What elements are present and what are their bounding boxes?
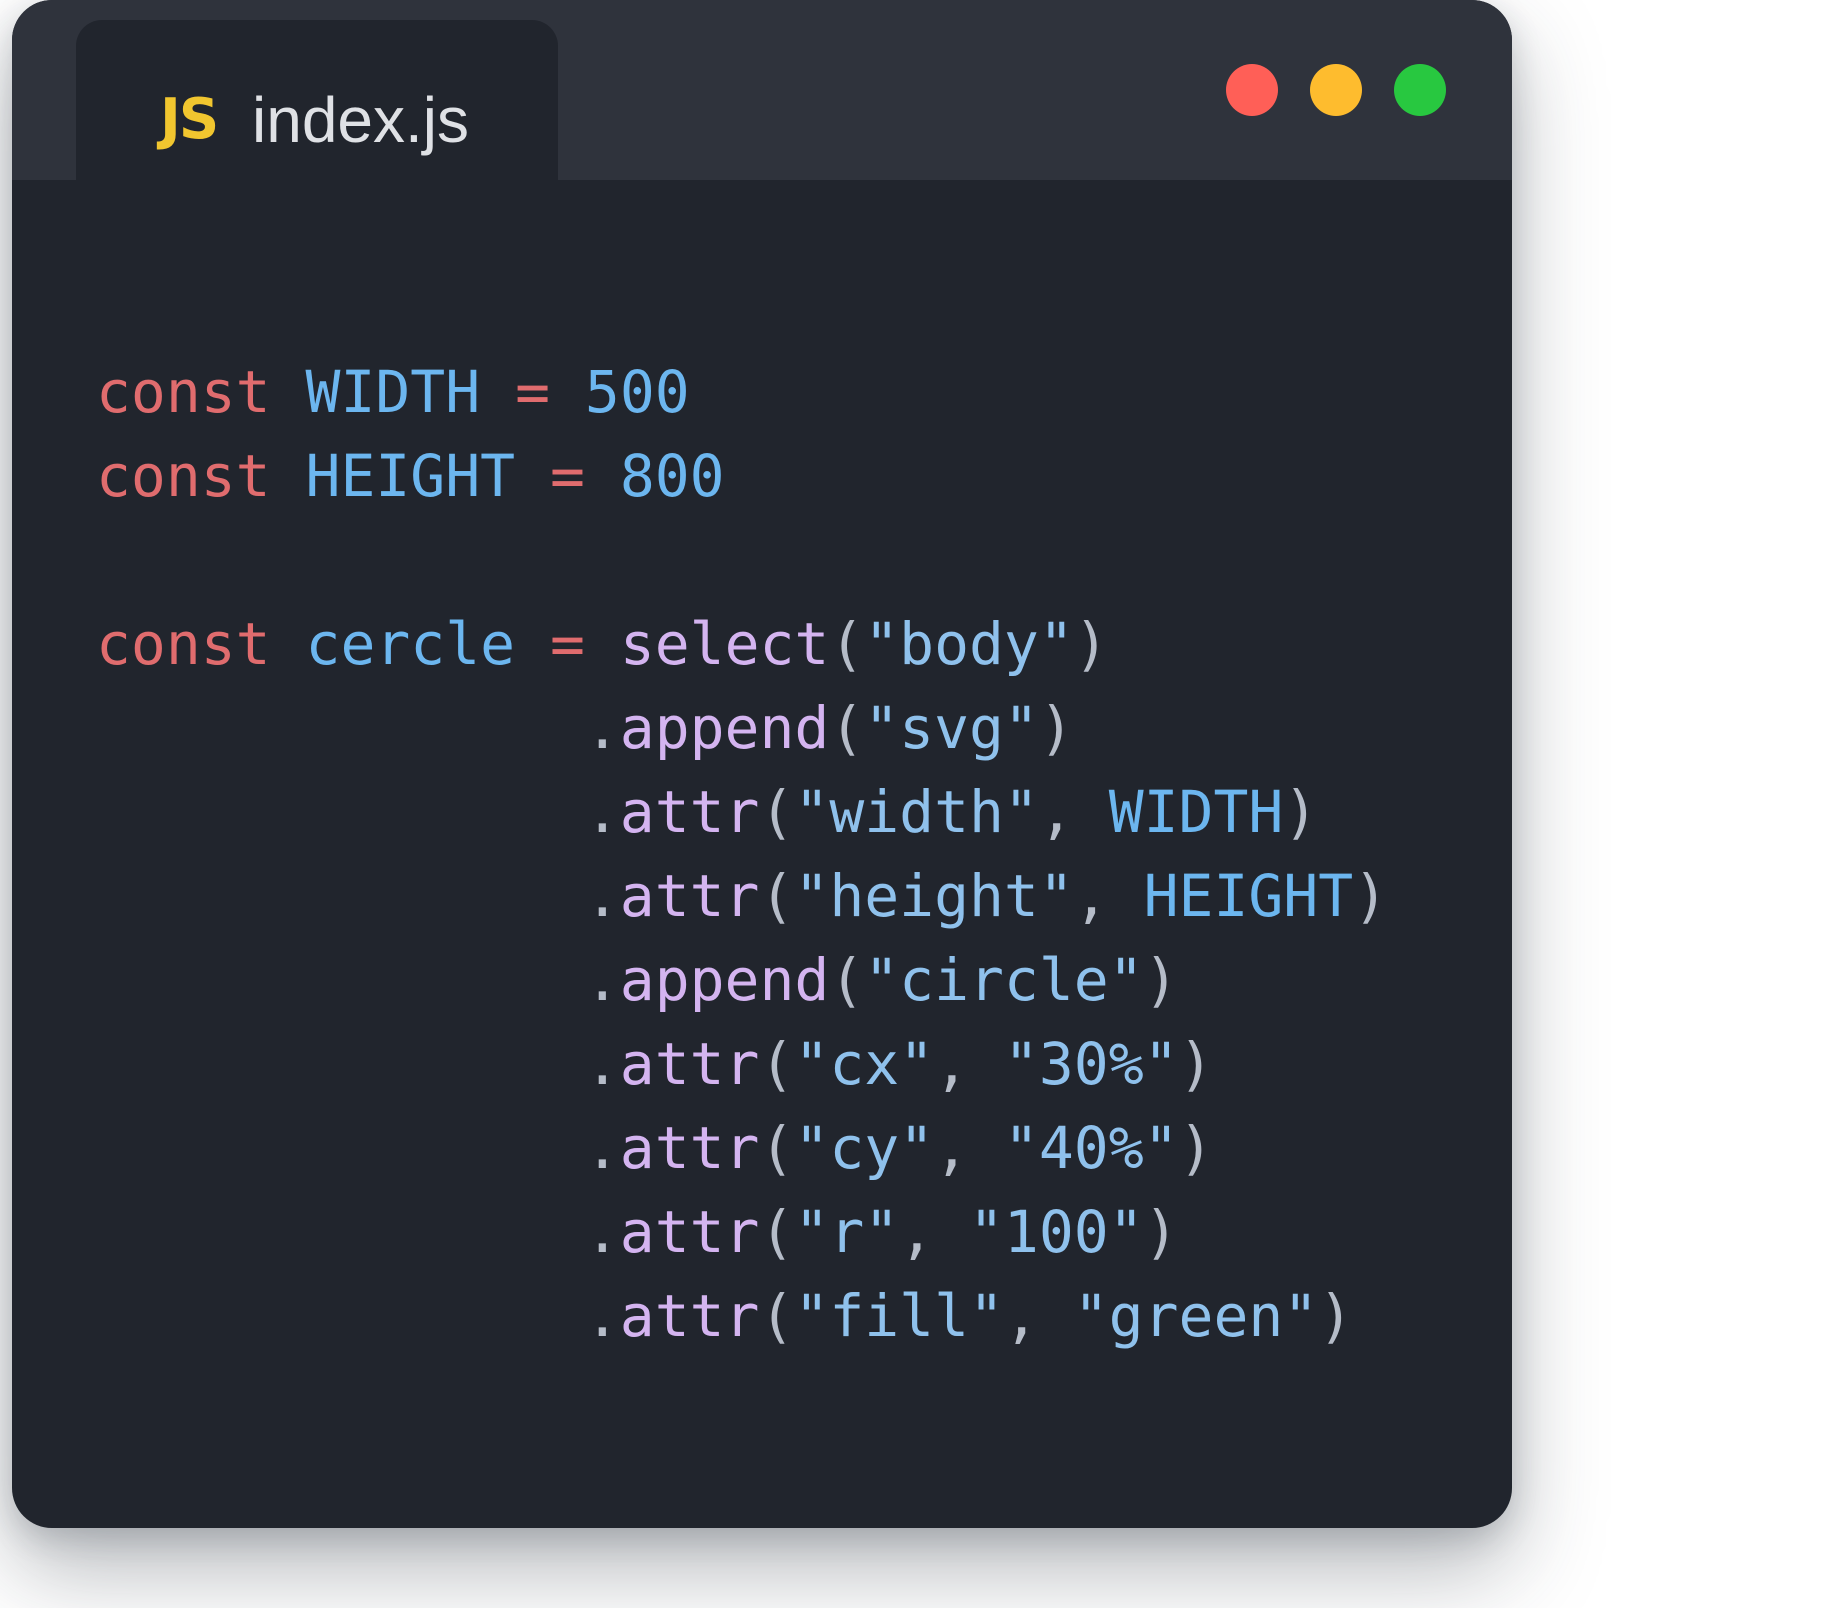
code-token: ( — [759, 1030, 795, 1098]
code-token: . — [96, 1198, 620, 1266]
code-token: attr — [619, 1114, 760, 1182]
js-icon: JS — [160, 87, 219, 152]
code-line: .attr("cy", "40%") — [96, 1106, 1388, 1190]
code-line: .attr("cx", "30%") — [96, 1022, 1388, 1106]
code-line: const cercle = select("body") — [96, 602, 1388, 686]
code-token: 800 — [619, 442, 725, 510]
tab-label: index.js — [252, 84, 469, 156]
code-line: .attr("width", WIDTH) — [96, 770, 1388, 854]
code-token: . — [96, 862, 620, 930]
code-token: = — [549, 610, 585, 678]
code-token: = — [549, 442, 585, 510]
code-token: "100" — [969, 1198, 1144, 1266]
code-token: WIDTH — [305, 358, 481, 426]
code-token: . — [96, 1030, 620, 1098]
code-token: HEIGHT — [1143, 862, 1354, 930]
code-token: , — [1003, 1282, 1074, 1350]
code-line: .append("svg") — [96, 686, 1388, 770]
code-line: const HEIGHT = 800 — [96, 434, 1388, 518]
code-token: "body" — [864, 610, 1074, 678]
code-token: ) — [1318, 1282, 1354, 1350]
code-token: 500 — [584, 358, 690, 426]
code-token: ( — [759, 778, 795, 846]
code-token: . — [96, 694, 620, 762]
code-editor[interactable]: const WIDTH = 500 const HEIGHT = 800 cons… — [96, 350, 1388, 1358]
code-token: "r" — [794, 1198, 900, 1266]
code-token: ) — [1353, 862, 1389, 930]
code-token: . — [96, 1114, 620, 1182]
code-token: append — [619, 694, 830, 762]
code-token: append — [619, 946, 830, 1014]
tab-index-js[interactable]: JS index.js — [76, 20, 558, 206]
code-token: ) — [1178, 1030, 1214, 1098]
code-token: const — [96, 358, 271, 426]
code-token: "svg" — [864, 694, 1039, 762]
code-token: attr — [619, 778, 760, 846]
code-token: "height" — [794, 862, 1074, 930]
code-token: "cy" — [794, 1114, 935, 1182]
code-token: const — [96, 442, 271, 510]
code-token: . — [96, 778, 620, 846]
code-line: .append("circle") — [96, 938, 1388, 1022]
code-line: const WIDTH = 500 — [96, 350, 1388, 434]
code-token: ( — [759, 1114, 795, 1182]
code-token: ) — [1143, 1198, 1179, 1266]
code-token: ) — [1283, 778, 1319, 846]
code-token: , — [899, 1198, 970, 1266]
code-line: .attr("fill", "green") — [96, 1274, 1388, 1358]
code-token: . — [96, 946, 620, 1014]
code-token: ( — [829, 610, 865, 678]
code-token: attr — [619, 1282, 760, 1350]
code-token: , — [934, 1030, 1004, 1098]
code-token: select — [619, 610, 830, 678]
code-token: ) — [1178, 1114, 1214, 1182]
code-window: JS index.js const WIDTH = 500 const HEIGH… — [12, 0, 1512, 1528]
close-button[interactable] — [1226, 64, 1278, 116]
code-line: .attr("height", HEIGHT) — [96, 854, 1388, 938]
code-token: = — [515, 358, 550, 426]
maximize-button[interactable] — [1394, 64, 1446, 116]
code-token: ) — [1038, 694, 1074, 762]
title-bar: JS index.js — [12, 0, 1512, 206]
code-token: , — [934, 1114, 1004, 1182]
code-token: "width" — [794, 778, 1039, 846]
code-token: attr — [619, 1198, 760, 1266]
code-token: "cx" — [794, 1030, 935, 1098]
code-token: WIDTH — [1108, 778, 1284, 846]
code-token: attr — [619, 1030, 760, 1098]
code-token: "green" — [1073, 1282, 1319, 1350]
code-token: , — [1073, 862, 1144, 930]
code-token: "circle" — [864, 946, 1144, 1014]
code-token: . — [96, 1282, 620, 1350]
code-token: attr — [619, 862, 760, 930]
code-token: const — [96, 610, 271, 678]
code-token: "fill" — [794, 1282, 1004, 1350]
code-line: .attr("r", "100") — [96, 1190, 1388, 1274]
code-token: ( — [829, 694, 865, 762]
minimize-button[interactable] — [1310, 64, 1362, 116]
code-token: ) — [1073, 610, 1109, 678]
code-token: ) — [1143, 946, 1179, 1014]
code-token: ( — [829, 946, 865, 1014]
code-token: cercle — [305, 610, 516, 678]
code-token: , — [1038, 778, 1109, 846]
code-token: "30%" — [1003, 1030, 1179, 1098]
code-token: ( — [759, 1282, 795, 1350]
code-token: ( — [759, 862, 795, 930]
code-token: ( — [759, 1198, 795, 1266]
code-token: HEIGHT — [305, 442, 516, 510]
code-token: "40%" — [1003, 1114, 1179, 1182]
